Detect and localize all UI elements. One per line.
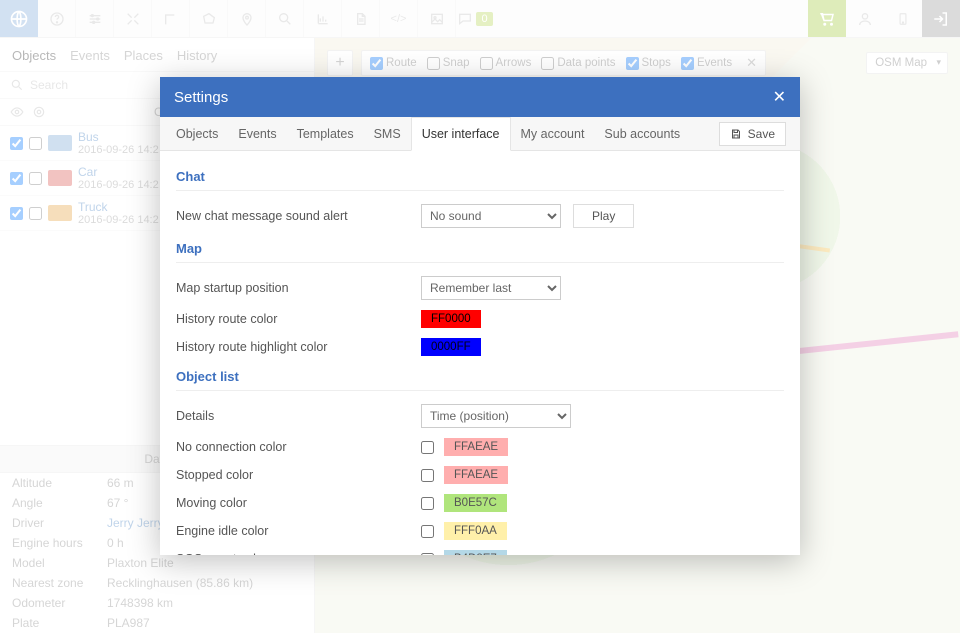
history-route-color-swatch[interactable]: FF0000 bbox=[421, 310, 481, 328]
color-label: Moving color bbox=[176, 496, 421, 510]
details-label: Details bbox=[176, 409, 421, 423]
history-route-highlight-swatch[interactable]: 0000FF bbox=[421, 338, 481, 356]
settings-modal: Settings ✕ ObjectsEventsTemplatesSMSUser… bbox=[160, 77, 800, 555]
section-objectlist: Object list bbox=[176, 361, 784, 391]
save-icon bbox=[730, 128, 742, 140]
modal-tab-my-account[interactable]: My account bbox=[511, 118, 595, 150]
modal-tabs: ObjectsEventsTemplatesSMSUser interfaceM… bbox=[160, 117, 800, 151]
modal-tab-sms[interactable]: SMS bbox=[364, 118, 411, 150]
modal-tab-user-interface[interactable]: User interface bbox=[411, 117, 511, 151]
color-label: Stopped color bbox=[176, 468, 421, 482]
color-enable-checkbox[interactable] bbox=[421, 441, 434, 454]
color-swatch[interactable]: FFAEAE bbox=[444, 466, 508, 484]
map-startup-label: Map startup position bbox=[176, 281, 421, 295]
color-label: SOS event color bbox=[176, 552, 421, 555]
section-chat: Chat bbox=[176, 161, 784, 191]
color-row: Stopped color FFAEAE bbox=[176, 461, 784, 489]
close-icon[interactable]: ✕ bbox=[773, 87, 786, 107]
color-row: Moving color B0E57C bbox=[176, 489, 784, 517]
color-label: Engine idle color bbox=[176, 524, 421, 538]
chat-sound-select[interactable]: No sound bbox=[421, 204, 561, 228]
color-enable-checkbox[interactable] bbox=[421, 525, 434, 538]
color-swatch[interactable]: FFAEAE bbox=[444, 438, 508, 456]
map-startup-select[interactable]: Remember last bbox=[421, 276, 561, 300]
color-swatch[interactable]: B0E57C bbox=[444, 494, 507, 512]
color-row: SOS event color B4D8E7 bbox=[176, 545, 784, 555]
modal-header: Settings ✕ bbox=[160, 77, 800, 117]
details-select[interactable]: Time (position) bbox=[421, 404, 571, 428]
color-row: No connection color FFAEAE bbox=[176, 433, 784, 461]
color-swatch[interactable]: FFF0AA bbox=[444, 522, 507, 540]
chat-sound-label: New chat message sound alert bbox=[176, 209, 421, 223]
modal-tab-templates[interactable]: Templates bbox=[287, 118, 364, 150]
play-button[interactable]: Play bbox=[573, 204, 634, 228]
color-enable-checkbox[interactable] bbox=[421, 469, 434, 482]
color-row: Engine idle color FFF0AA bbox=[176, 517, 784, 545]
modal-tab-sub-accounts[interactable]: Sub accounts bbox=[594, 118, 690, 150]
history-route-highlight-label: History route highlight color bbox=[176, 340, 421, 354]
modal-tab-events[interactable]: Events bbox=[228, 118, 286, 150]
modal-body: Chat New chat message sound alert No sou… bbox=[160, 151, 800, 555]
modal-tab-objects[interactable]: Objects bbox=[166, 118, 228, 150]
color-swatch[interactable]: B4D8E7 bbox=[444, 550, 507, 555]
section-map: Map bbox=[176, 233, 784, 263]
color-enable-checkbox[interactable] bbox=[421, 553, 434, 556]
color-enable-checkbox[interactable] bbox=[421, 497, 434, 510]
color-label: No connection color bbox=[176, 440, 421, 454]
history-route-color-label: History route color bbox=[176, 312, 421, 326]
save-button[interactable]: Save bbox=[719, 122, 786, 146]
modal-title: Settings bbox=[174, 89, 228, 106]
